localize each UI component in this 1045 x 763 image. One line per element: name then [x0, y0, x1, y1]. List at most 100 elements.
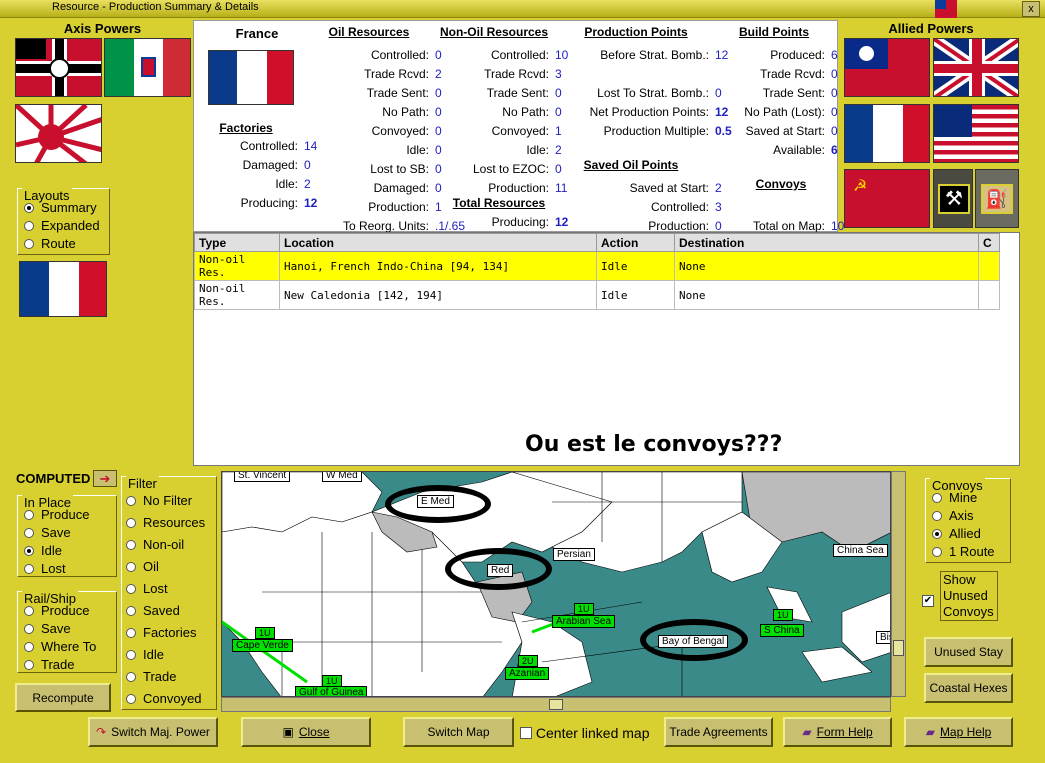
radio-dot-icon [932, 529, 942, 539]
map-label: W Med [322, 472, 362, 482]
rail-trade-radio[interactable]: Trade [24, 657, 74, 672]
show-unused-checkbox[interactable]: ✔ [922, 591, 934, 607]
convoys-axis-radio[interactable]: Axis [932, 508, 974, 523]
center-linked-map-checkbox[interactable]: Center linked map [520, 725, 650, 741]
radio-dot-icon [24, 203, 34, 213]
coastal-hexes-button[interactable]: Coastal Hexes [924, 673, 1013, 703]
italy-flag[interactable] [104, 38, 191, 97]
axis-powers-title: Axis Powers [63, 21, 142, 36]
radio-dot-icon [126, 562, 136, 572]
map-label: Cape Verde [232, 639, 293, 652]
map-label: S China [760, 624, 804, 637]
filter-radio[interactable]: Oil [126, 559, 159, 574]
usa-flag[interactable] [933, 104, 1019, 163]
radio-dot-icon [24, 239, 34, 249]
unit-count: 1U [322, 675, 342, 687]
oil-stat-row: Controlled: 0 [370, 48, 442, 62]
france-allied-flag[interactable] [844, 104, 930, 163]
col-destination[interactable]: Destination [674, 233, 979, 252]
scroll-thumb[interactable] [549, 699, 563, 710]
layouts-group: Layouts Summary Expanded Route [17, 188, 110, 255]
map-vertical-scrollbar[interactable] [891, 471, 906, 697]
in-place-idle-radio[interactable]: Idle [24, 543, 62, 558]
nonoil-stat-row: Controlled: 10 [490, 48, 569, 62]
filter-radio[interactable]: Saved [126, 603, 180, 618]
layout-route-radio[interactable]: Route [24, 236, 76, 251]
table-row[interactable]: Non-oil Res. New Caledonia [142, 194] Idle… [194, 280, 1000, 310]
germany-flag[interactable] [15, 38, 102, 97]
filter-radio[interactable]: Factories [126, 625, 196, 640]
checkbox-icon [520, 727, 532, 739]
radio-dot-icon [24, 606, 34, 616]
filter-radio[interactable]: Non-oil [126, 537, 184, 552]
col-action[interactable]: Action [596, 233, 675, 252]
switch-map-button[interactable]: Switch Map [403, 717, 514, 747]
col-location[interactable]: Location [279, 233, 597, 252]
map-label: Arabian Sea [552, 615, 616, 628]
china-flag-icon [935, 0, 957, 18]
in-place-group: In Place Produce Save Idle Lost [17, 495, 117, 577]
resource-table: Type Location Action Destination C Non-o… [193, 232, 1020, 466]
filter-radio[interactable]: Trade [126, 669, 176, 684]
unused-stay-button[interactable]: Unused Stay [924, 637, 1013, 667]
filter-radio[interactable]: Convoyed [126, 691, 202, 706]
table-row[interactable]: Non-oil Res. Hanoi, French Indo-China [94… [194, 251, 1000, 281]
switch-major-power-button[interactable]: ↷ Switch Maj. Power [88, 717, 218, 747]
filter-radio[interactable]: Resources [126, 515, 205, 530]
radio-dot-icon [126, 540, 136, 550]
radio-dot-icon [24, 660, 34, 670]
radio-dot-icon [932, 547, 942, 557]
build-stat-row: Available: 6 [773, 143, 838, 157]
ussr-flag[interactable]: ☭ [844, 169, 930, 228]
china-flag[interactable] [844, 38, 930, 97]
world-map[interactable]: St. Vincent W Med E Med Persian Red Chin… [221, 471, 891, 697]
form-help-button[interactable]: ▰ Form Help [783, 717, 892, 747]
saved-stat-row: Saved at Start: 2 [629, 181, 722, 195]
oil-stat-row: Convoyed: 0 [371, 124, 442, 138]
map-label: Bis [876, 631, 890, 644]
radio-dot-icon [126, 496, 136, 506]
in-place-save-radio[interactable]: Save [24, 525, 71, 540]
saved-stat-row: Production: 0 [648, 219, 722, 233]
arrow-right-icon[interactable]: ➔ [93, 470, 117, 487]
filter-radio[interactable]: Lost [126, 581, 168, 596]
nonoil-stat-row: Trade Sent: 0 [486, 86, 562, 100]
in-place-produce-radio[interactable]: Produce [24, 507, 89, 522]
map-help-button[interactable]: ▰ Map Help [904, 717, 1013, 747]
scroll-thumb[interactable] [893, 640, 904, 656]
filter-radio[interactable]: Idle [126, 647, 164, 662]
filter-legend: Filter [126, 476, 159, 491]
radio-dot-icon [24, 546, 34, 556]
radio-dot-icon [24, 642, 34, 652]
rail-where-to-radio[interactable]: Where To [24, 639, 96, 654]
show-unused-label[interactable]: Show Unused Convoys [940, 571, 998, 621]
layout-summary-radio[interactable]: Summary [24, 200, 97, 215]
close-window-button[interactable]: x [1022, 1, 1040, 17]
nonoil-stat-row: Production: 11 [488, 181, 568, 195]
rail-produce-radio[interactable]: Produce [24, 603, 89, 618]
close-button[interactable]: ▣ Close [241, 717, 371, 747]
layout-expanded-radio[interactable]: Expanded [24, 218, 100, 233]
oil-stat-row: Trade Sent: 0 [366, 86, 442, 100]
convoys-mine-radio[interactable]: Mine [932, 490, 977, 505]
trade-agreements-button[interactable]: Trade Agreements [664, 717, 773, 747]
in-place-lost-radio[interactable]: Lost [24, 561, 66, 576]
filter-radio[interactable]: No Filter [126, 493, 192, 508]
oil-stat-row: Lost to SB: 0 [370, 162, 442, 176]
convoys-1-route-radio[interactable]: 1 Route [932, 544, 995, 559]
uk-flag[interactable] [933, 38, 1019, 97]
radio-dot-icon [24, 528, 34, 538]
recompute-button[interactable]: Recompute [15, 683, 111, 712]
col-c[interactable]: C [978, 233, 1000, 252]
switch-arrow-icon: ↷ [96, 725, 107, 739]
title-bar: Resource - Production Summary & Details … [0, 0, 1045, 18]
map-horizontal-scrollbar[interactable] [221, 697, 891, 712]
oil-derrick-icon[interactable]: ⛽ [975, 169, 1019, 228]
convoys-allied-radio[interactable]: Allied [932, 526, 981, 541]
col-type[interactable]: Type [194, 233, 280, 252]
mining-icon[interactable]: ⚒ [933, 169, 973, 228]
radio-dot-icon [24, 624, 34, 634]
japan-flag[interactable] [15, 104, 102, 163]
rail-save-radio[interactable]: Save [24, 621, 71, 636]
radio-dot-icon [24, 564, 34, 574]
